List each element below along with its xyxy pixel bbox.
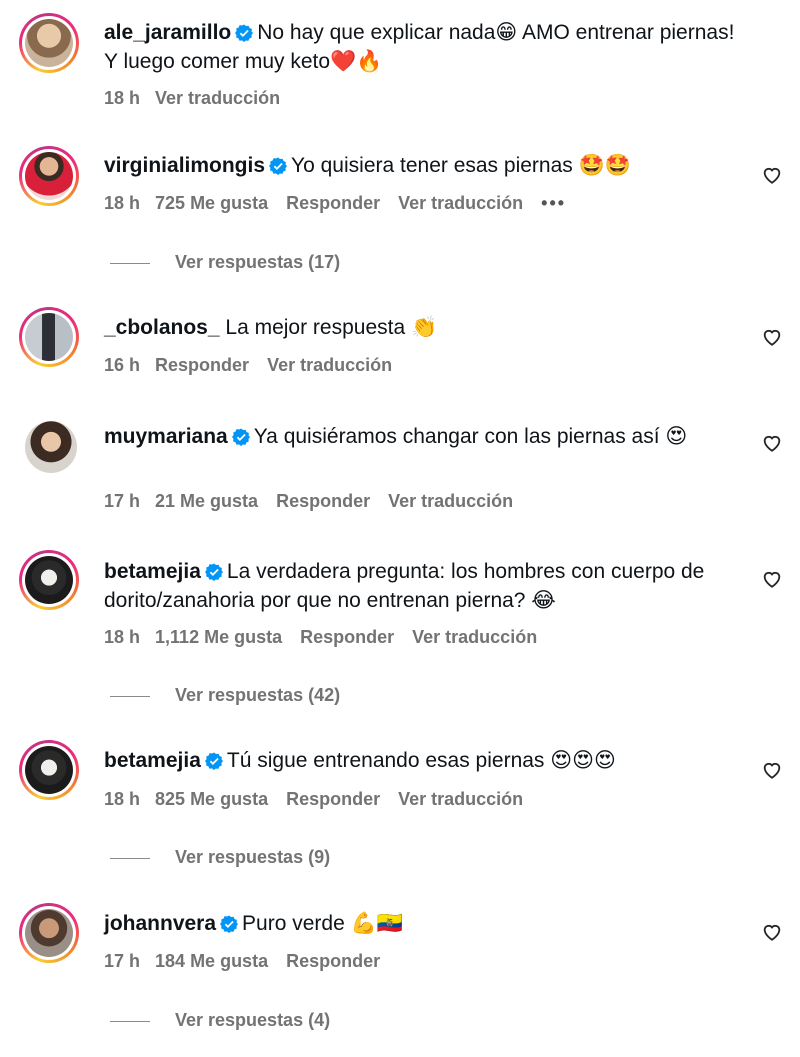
verified-badge-icon [204, 752, 223, 770]
heart-outline-icon[interactable] [761, 432, 783, 454]
translate-button[interactable]: Ver traducción [412, 627, 537, 647]
avatar[interactable] [25, 19, 73, 67]
avatar[interactable] [25, 152, 73, 200]
comment-body: Ya quisiéramos changar con las piernas a… [253, 425, 688, 448]
verified-badge-icon [204, 563, 223, 581]
comment-meta: 17 h 21 Me gusta Responder Ver traducción [104, 491, 531, 512]
avatar[interactable] [25, 556, 73, 604]
comment-time[interactable]: 18 h [104, 789, 140, 809]
comment-time[interactable]: 18 h [104, 88, 140, 108]
avatar-ring[interactable] [19, 146, 79, 206]
comment-meta: 18 h Ver traducción [104, 88, 298, 109]
comment-body: Tú sigue entrenando esas piernas 😍😍😍 [226, 749, 616, 772]
reply-button[interactable]: Responder [286, 951, 380, 971]
reply-button[interactable]: Responder [300, 627, 394, 647]
verified-badge-icon [231, 428, 250, 446]
like-count[interactable]: 825 Me gusta [155, 789, 268, 809]
comment-meta: 18 h 1,112 Me gusta Responder Ver traducció… [104, 627, 555, 648]
comment-text: virginialimongis Yo quisiera tener esas p… [104, 151, 744, 180]
comment-time[interactable]: 18 h [104, 193, 140, 213]
view-replies-label[interactable]: Ver respuestas (42) [175, 685, 340, 705]
comment-username[interactable]: betamejia [104, 560, 201, 583]
comment-meta: 16 h Responder Ver traducción [104, 355, 410, 376]
replies-divider [110, 1020, 150, 1022]
comment-body: Yo quisiera tener esas piernas 🤩🤩 [291, 154, 631, 177]
comment-body: La mejor respuesta 👏 [225, 316, 438, 339]
reply-button[interactable]: Responder [286, 193, 380, 213]
avatar[interactable] [25, 746, 73, 794]
like-count[interactable]: 21 Me gusta [155, 491, 258, 511]
avatar-ring[interactable] [19, 903, 79, 963]
avatar-ring[interactable] [19, 415, 79, 475]
view-replies-label[interactable]: Ver respuestas (17) [175, 252, 340, 272]
replies-divider [110, 695, 150, 697]
replies-divider [110, 262, 150, 264]
translate-button[interactable]: Ver traducción [388, 491, 513, 511]
heart-outline-icon[interactable] [761, 164, 783, 186]
avatar[interactable] [25, 313, 73, 361]
avatar-ring[interactable] [19, 13, 79, 73]
translate-button[interactable]: Ver traducción [155, 88, 280, 108]
reply-button[interactable]: Responder [155, 355, 249, 375]
comment-text: muymariana Ya quisiéramos changar con las… [104, 422, 744, 451]
view-replies-button[interactable]: Ver respuestas (17) [110, 252, 340, 273]
comment-text: johannvera Puro verde 💪🇪🇨 [104, 909, 744, 938]
view-replies-button[interactable]: Ver respuestas (42) [110, 685, 340, 706]
reply-button[interactable]: Responder [276, 491, 370, 511]
comment-time[interactable]: 18 h [104, 627, 140, 647]
comment-username[interactable]: ale_jaramillo [104, 21, 231, 44]
translate-button[interactable]: Ver traducción [267, 355, 392, 375]
like-count[interactable]: 725 Me gusta [155, 193, 268, 213]
comment-text: _cbolanos_ La mejor respuesta 👏 [104, 313, 744, 342]
comment-time[interactable]: 16 h [104, 355, 140, 375]
comment-time[interactable]: 17 h [104, 491, 140, 511]
comment-username[interactable]: virginialimongis [104, 154, 265, 177]
like-count[interactable]: 184 Me gusta [155, 951, 268, 971]
avatar-ring[interactable] [19, 307, 79, 367]
translate-button[interactable]: Ver traducción [398, 789, 523, 809]
view-replies-label[interactable]: Ver respuestas (4) [175, 1010, 330, 1030]
avatar-ring[interactable] [19, 740, 79, 800]
comment-text: betamejia La verdadera pregunta: los homb… [104, 557, 744, 615]
avatar[interactable] [25, 909, 73, 957]
comment-username[interactable]: betamejia [104, 749, 201, 772]
avatar[interactable] [25, 421, 77, 473]
comment-time[interactable]: 17 h [104, 951, 140, 971]
comment-body: Puro verde 💪🇪🇨 [242, 912, 403, 935]
verified-badge-icon [269, 157, 288, 175]
heart-outline-icon[interactable] [761, 921, 783, 943]
comment-meta: 18 h 725 Me gusta Responder Ver traducción •… [104, 193, 584, 214]
view-replies-button[interactable]: Ver respuestas (9) [110, 847, 330, 868]
comment-text: ale_jaramillo No hay que explicar nada😁 A… [104, 18, 744, 76]
comment-username[interactable]: johannvera [104, 912, 216, 935]
heart-outline-icon[interactable] [761, 759, 783, 781]
view-replies-button[interactable]: Ver respuestas (4) [110, 1010, 330, 1031]
verified-badge-icon [235, 24, 254, 42]
reply-button[interactable]: Responder [286, 789, 380, 809]
comment-meta: 18 h 825 Me gusta Responder Ver traducción [104, 789, 541, 810]
comment-meta: 17 h 184 Me gusta Responder [104, 951, 398, 972]
more-options-icon[interactable]: ••• [541, 193, 566, 213]
translate-button[interactable]: Ver traducción [398, 193, 523, 213]
avatar-ring[interactable] [19, 550, 79, 610]
heart-outline-icon[interactable] [761, 326, 783, 348]
comment-text: betamejia Tú sigue entrenando esas pierna… [104, 746, 744, 775]
replies-divider [110, 857, 150, 859]
view-replies-label[interactable]: Ver respuestas (9) [175, 847, 330, 867]
heart-outline-icon[interactable] [761, 568, 783, 590]
verified-badge-icon [220, 915, 239, 933]
comment-username[interactable]: muymariana [104, 425, 228, 448]
like-count[interactable]: 1,112 Me gusta [155, 627, 282, 647]
comment-username[interactable]: _cbolanos_ [104, 316, 220, 339]
